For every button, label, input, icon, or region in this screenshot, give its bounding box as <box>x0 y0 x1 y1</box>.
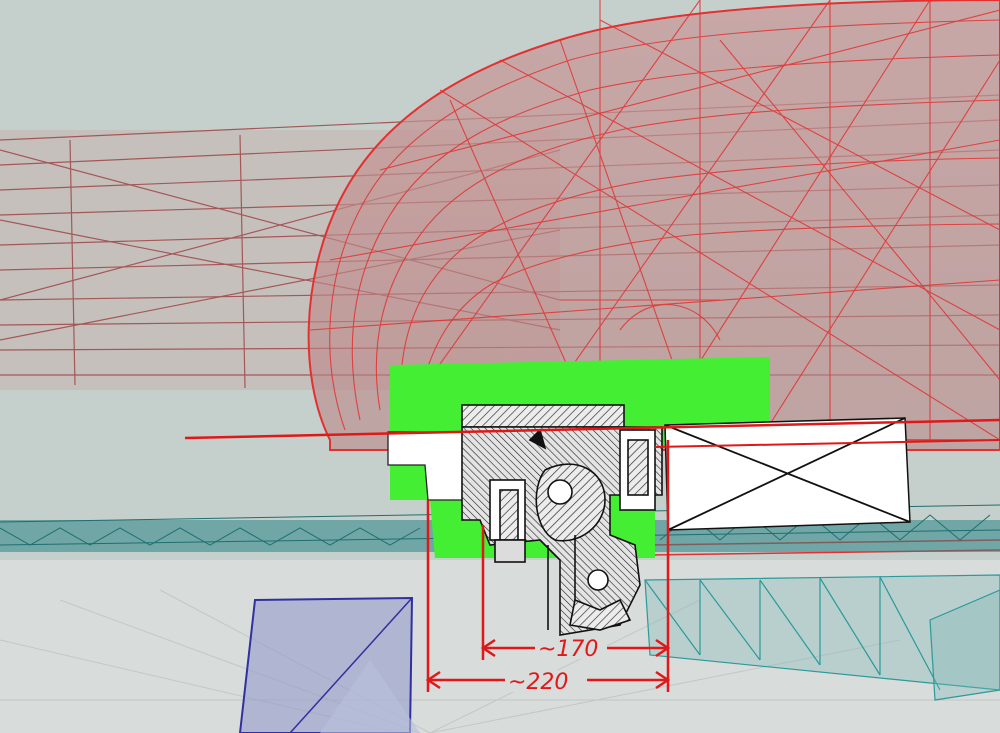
crossed-rectangle-placeholder <box>664 417 911 531</box>
3d-viewport[interactable]: ~170 ~220 <box>0 0 1000 733</box>
blue-panel-wireframe <box>238 596 420 733</box>
dimension-outer-label: ~220 <box>508 670 568 695</box>
dimension-inner-label: ~170 <box>538 637 598 662</box>
